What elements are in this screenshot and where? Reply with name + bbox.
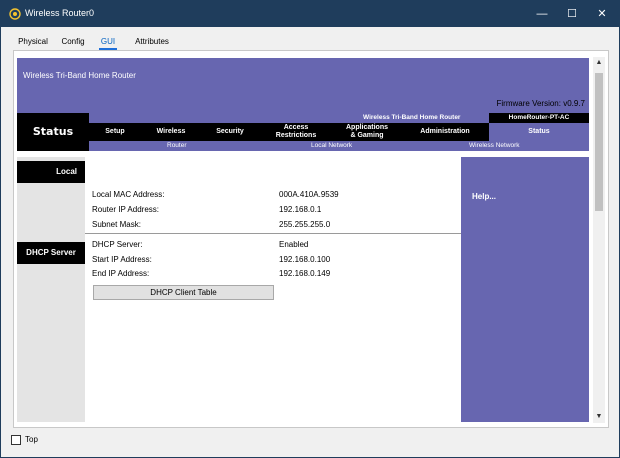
- minimize-button[interactable]: —: [527, 1, 557, 27]
- nav-apps-line2: & Gaming: [350, 132, 384, 139]
- section-dhcp-server: DHCP Server: [17, 242, 85, 264]
- nav-access-restrictions[interactable]: Access Restrictions: [259, 123, 333, 141]
- nav-security-label: Security: [216, 128, 244, 135]
- subnet-mask-value: 255.255.255.0: [279, 220, 331, 229]
- scroll-thumb[interactable]: [595, 73, 603, 211]
- router-header: Wireless Tri-Band Home Router Firmware V…: [17, 58, 589, 113]
- dhcp-client-table-button[interactable]: DHCP Client Table: [93, 285, 274, 300]
- tab-config[interactable]: Config: [57, 34, 89, 50]
- app-window: Wireless Router0 — ☐ ✕ Physical Config G…: [0, 0, 620, 458]
- section-local: Local: [17, 161, 85, 183]
- local-mac-value: 000A.410A.9539: [279, 190, 339, 199]
- subnet-mask-label: Subnet Mask:: [92, 220, 141, 229]
- nav-access-label: Access Restrictions: [276, 124, 316, 140]
- end-ip-value: 192.168.0.149: [279, 269, 331, 278]
- model-name: Wireless Tri-Band Home Router: [363, 114, 461, 121]
- router-ip-label: Router IP Address:: [92, 205, 159, 214]
- router-ip-value: 192.168.0.1: [279, 205, 322, 214]
- nav-administration[interactable]: Administration: [401, 123, 489, 141]
- top-checkbox-label: Top: [25, 435, 38, 444]
- subtab-router[interactable]: Router: [167, 141, 187, 151]
- vertical-scrollbar[interactable]: ▲ ▼: [593, 57, 605, 423]
- model-bar: Wireless Tri-Band Home Router HomeRouter…: [89, 113, 589, 123]
- window-title: Wireless Router0: [25, 8, 95, 18]
- tab-gui[interactable]: GUI: [93, 34, 123, 50]
- router-app-icon: [9, 8, 21, 20]
- start-ip-label: Start IP Address:: [92, 255, 152, 264]
- dhcp-server-label: DHCP Server:: [92, 240, 143, 249]
- nav-status-label: Status: [528, 128, 550, 135]
- end-ip-label: End IP Address:: [92, 269, 150, 278]
- local-mac-label: Local MAC Address:: [92, 190, 165, 199]
- nav-wireless-label: Wireless: [156, 128, 186, 135]
- left-column: [17, 157, 85, 422]
- nav-access-line2: Restrictions: [275, 132, 317, 139]
- nav-setup[interactable]: Setup: [89, 123, 141, 141]
- router-sub-tabs: Router Local Network Wireless Network: [89, 141, 589, 151]
- model-number: HomeRouter-PT-AC: [489, 113, 589, 123]
- tab-attributes[interactable]: Attributes: [127, 34, 177, 50]
- section-divider: [85, 233, 461, 234]
- top-checkbox[interactable]: [11, 435, 21, 445]
- scroll-down-icon[interactable]: ▼: [593, 411, 605, 423]
- nav-apps-line1: Applications: [345, 124, 388, 131]
- nav-admin-label: Administration: [420, 128, 470, 135]
- maximize-button[interactable]: ☐: [557, 1, 587, 27]
- subtab-wireless-network[interactable]: Wireless Network: [469, 141, 520, 151]
- close-button[interactable]: ✕: [587, 1, 617, 27]
- nav-setup-label: Setup: [105, 128, 125, 135]
- firmware-version: Firmware Version: v0.9.7: [496, 99, 585, 108]
- nav-wireless[interactable]: Wireless: [141, 123, 201, 141]
- page-title: Status: [32, 125, 74, 138]
- nav-access-line1: Access: [283, 124, 309, 131]
- router-navbar: Status Wireless Tri-Band Home Router Hom…: [17, 113, 589, 151]
- product-name: Wireless Tri-Band Home Router: [23, 71, 136, 80]
- router-nav-tabs: Setup Wireless Security Access Restrictio…: [89, 123, 589, 141]
- title-bar[interactable]: Wireless Router0 — ☐ ✕: [1, 1, 619, 27]
- start-ip-value: 192.168.0.100: [279, 255, 331, 264]
- help-link[interactable]: Help...: [472, 192, 496, 201]
- scroll-up-icon[interactable]: ▲: [593, 57, 605, 69]
- router-web-page: Wireless Tri-Band Home Router Firmware V…: [17, 58, 589, 422]
- nav-apps-label: Applications & Gaming: [346, 124, 388, 140]
- nav-security[interactable]: Security: [201, 123, 259, 141]
- dhcp-server-value: Enabled: [279, 240, 309, 249]
- nav-applications-gaming[interactable]: Applications & Gaming: [333, 123, 401, 141]
- tab-physical[interactable]: Physical: [13, 34, 53, 50]
- nav-status[interactable]: Status: [489, 123, 589, 141]
- subtab-local-network[interactable]: Local Network: [311, 141, 352, 151]
